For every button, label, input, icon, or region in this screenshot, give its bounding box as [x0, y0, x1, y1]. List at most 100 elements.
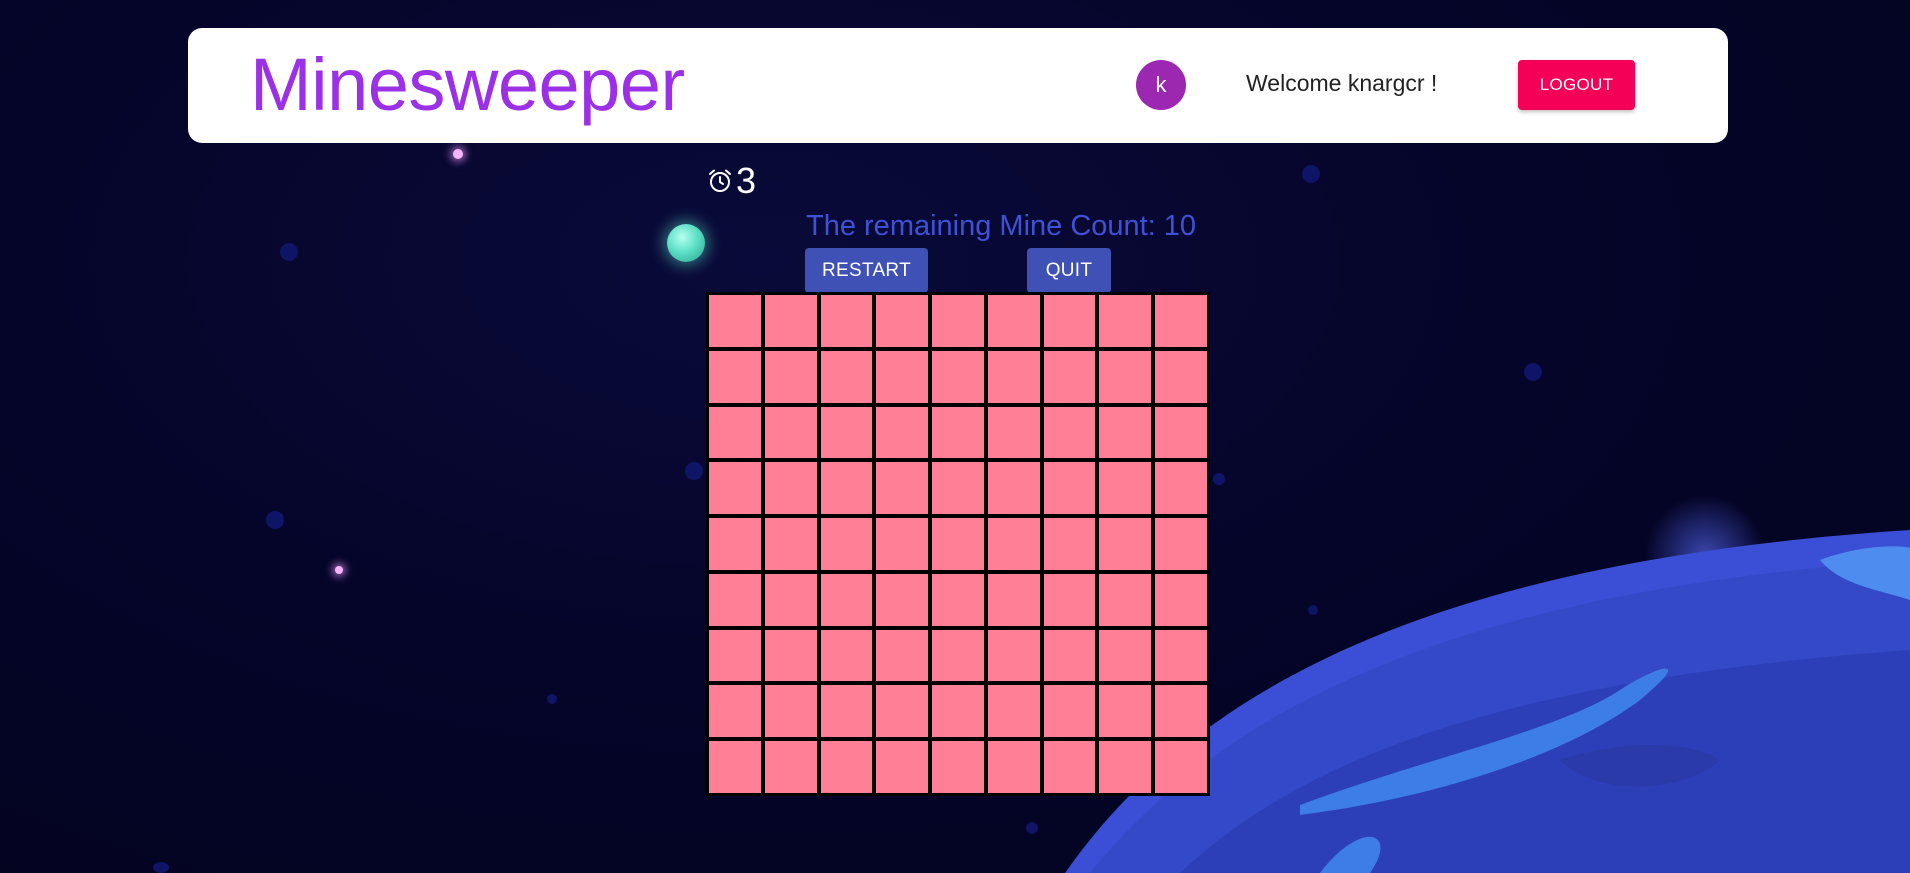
board-cell[interactable]	[1155, 741, 1207, 793]
board-cell[interactable]	[987, 462, 1040, 515]
board-cell[interactable]	[932, 406, 984, 459]
board-cell[interactable]	[987, 406, 1040, 459]
board-cell[interactable]	[1043, 350, 1096, 403]
top-app-bar: Minesweeper k Welcome knargcr ! LOGOUT	[188, 28, 1728, 143]
star	[453, 149, 463, 159]
restart-button[interactable]: RESTART	[805, 248, 928, 293]
timer-value: 3	[736, 160, 757, 201]
logout-button[interactable]: LOGOUT	[1518, 60, 1635, 110]
alarm-clock-icon	[709, 169, 731, 192]
board-cell[interactable]	[1099, 295, 1152, 347]
star	[335, 566, 343, 574]
bokeh-dot	[685, 462, 703, 480]
board-cell[interactable]	[764, 741, 817, 793]
board-cell[interactable]	[987, 741, 1040, 793]
board-cell[interactable]	[764, 518, 817, 570]
board-cell[interactable]	[1043, 462, 1096, 515]
board-cell[interactable]	[764, 350, 817, 403]
board-cell[interactable]	[1155, 573, 1207, 626]
board-cell[interactable]	[764, 629, 817, 682]
board-cell[interactable]	[932, 629, 984, 682]
board-cell[interactable]	[1099, 685, 1152, 738]
board-cell[interactable]	[932, 350, 984, 403]
board-cell[interactable]	[820, 741, 873, 793]
board-cell[interactable]	[987, 295, 1040, 347]
mine-count-value: 10	[1163, 210, 1197, 242]
board-cell[interactable]	[876, 406, 929, 459]
board-cell[interactable]	[1043, 741, 1096, 793]
board-cell[interactable]	[1155, 295, 1207, 347]
board-cell[interactable]	[1099, 518, 1152, 570]
board-cell[interactable]	[876, 629, 929, 682]
board-cell[interactable]	[1043, 295, 1096, 347]
board-cell[interactable]	[876, 462, 929, 515]
board-cell[interactable]	[764, 406, 817, 459]
board-cell[interactable]	[876, 518, 929, 570]
board-cell[interactable]	[820, 462, 873, 515]
user-avatar[interactable]: k	[1136, 60, 1186, 110]
game-timer: 3	[707, 163, 756, 199]
board-cell[interactable]	[1155, 406, 1207, 459]
bokeh-dot	[547, 694, 557, 704]
board-cell[interactable]	[1099, 629, 1152, 682]
board-cell[interactable]	[820, 350, 873, 403]
board-cell[interactable]	[820, 295, 873, 347]
board-cell[interactable]	[820, 685, 873, 738]
board-cell[interactable]	[1099, 741, 1152, 793]
board-cell[interactable]	[1155, 462, 1207, 515]
board-cell[interactable]	[876, 350, 929, 403]
board-cell[interactable]	[1043, 685, 1096, 738]
board-cell[interactable]	[709, 462, 761, 515]
board-cell[interactable]	[709, 629, 761, 682]
board-cell[interactable]	[987, 573, 1040, 626]
board-cell[interactable]	[709, 518, 761, 570]
board-cell[interactable]	[709, 685, 761, 738]
board-cell[interactable]	[987, 629, 1040, 682]
board-cell[interactable]	[1099, 350, 1152, 403]
welcome-message: Welcome knargcr !	[1246, 70, 1438, 96]
board-cell[interactable]	[987, 350, 1040, 403]
board-cell[interactable]	[1043, 518, 1096, 570]
board-cell[interactable]	[1155, 518, 1207, 570]
board-cell[interactable]	[876, 295, 929, 347]
board-cell[interactable]	[932, 462, 984, 515]
board-cell[interactable]	[820, 629, 873, 682]
board-cell[interactable]	[876, 741, 929, 793]
board-cell[interactable]	[987, 685, 1040, 738]
board-cell[interactable]	[709, 741, 761, 793]
board-cell[interactable]	[764, 573, 817, 626]
quit-button[interactable]: QUIT	[1027, 248, 1111, 293]
board-cell[interactable]	[932, 741, 984, 793]
board-cell[interactable]	[709, 573, 761, 626]
board-cell[interactable]	[820, 573, 873, 626]
remaining-mine-count: The remaining Mine Count: 10	[806, 210, 1196, 243]
board-cell[interactable]	[876, 685, 929, 738]
board-cell[interactable]	[1155, 629, 1207, 682]
app-title: Minesweeper	[250, 43, 685, 126]
board-cell[interactable]	[1043, 406, 1096, 459]
mine-count-label: The remaining Mine Count:	[806, 210, 1156, 242]
board-cell[interactable]	[932, 685, 984, 738]
board-cell[interactable]	[764, 295, 817, 347]
board-cell[interactable]	[709, 295, 761, 347]
board-cell[interactable]	[820, 406, 873, 459]
board-cell[interactable]	[764, 462, 817, 515]
board-cell[interactable]	[932, 518, 984, 570]
board-cell[interactable]	[764, 685, 817, 738]
board-cell[interactable]	[876, 573, 929, 626]
bokeh-dot	[1026, 822, 1038, 834]
board-cell[interactable]	[820, 518, 873, 570]
board-cell[interactable]	[1099, 462, 1152, 515]
board-cell[interactable]	[1043, 629, 1096, 682]
board-cell[interactable]	[1155, 685, 1207, 738]
bokeh-dot	[1308, 605, 1318, 615]
board-cell[interactable]	[709, 350, 761, 403]
board-cell[interactable]	[1099, 573, 1152, 626]
board-cell[interactable]	[987, 518, 1040, 570]
board-cell[interactable]	[932, 295, 984, 347]
board-cell[interactable]	[709, 406, 761, 459]
board-cell[interactable]	[932, 573, 984, 626]
board-cell[interactable]	[1043, 573, 1096, 626]
board-cell[interactable]	[1099, 406, 1152, 459]
board-cell[interactable]	[1155, 350, 1207, 403]
